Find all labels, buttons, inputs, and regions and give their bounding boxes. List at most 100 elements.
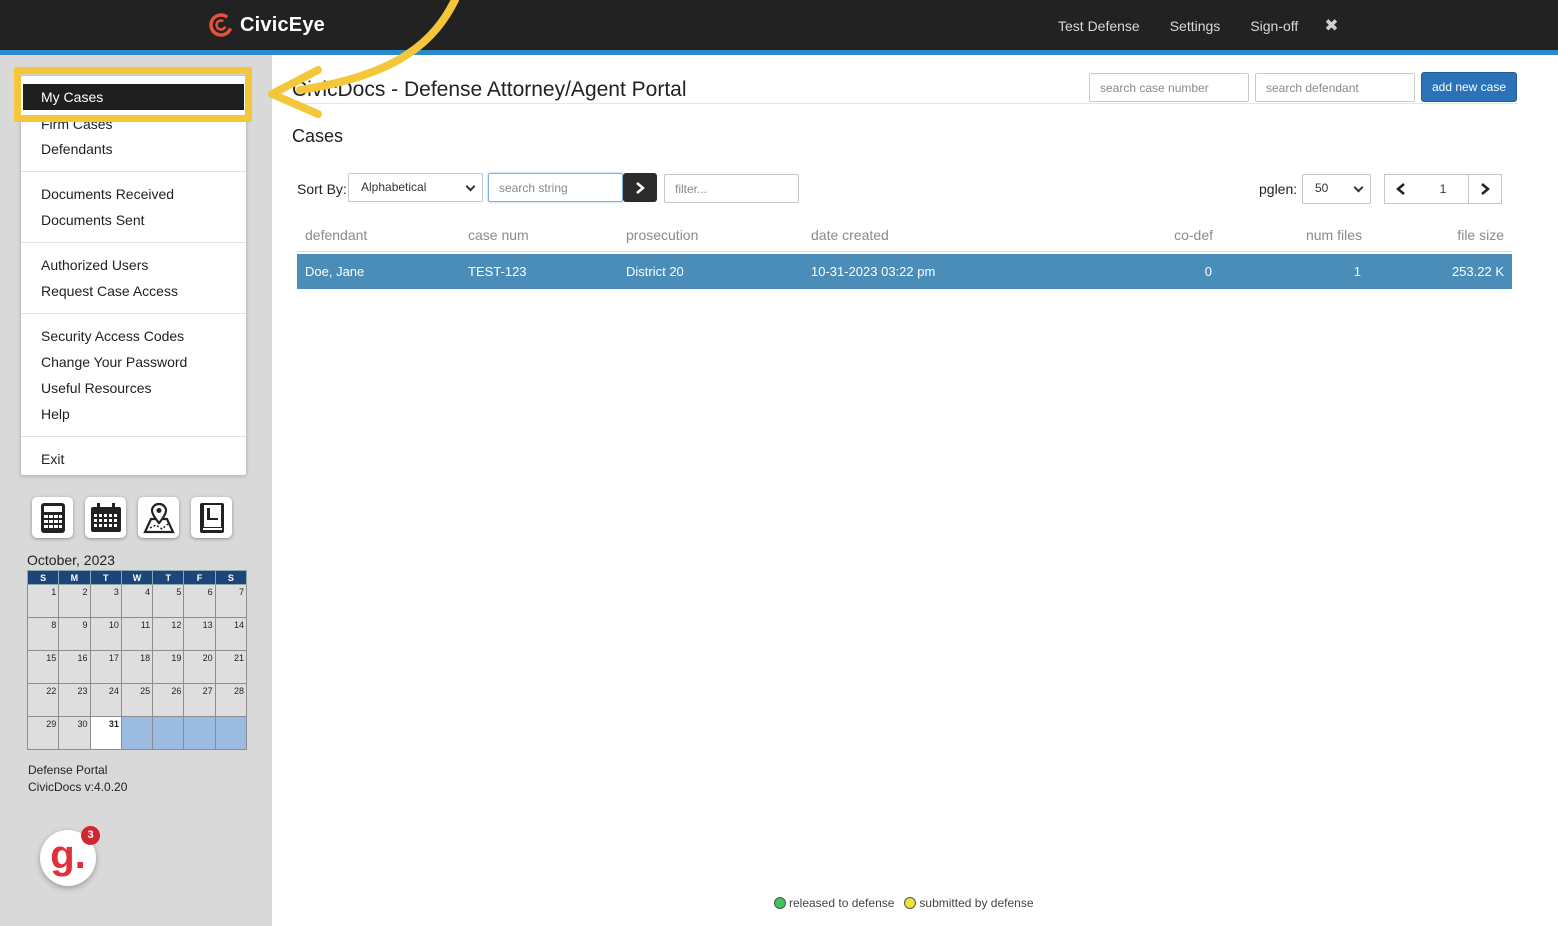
calendar-weekday: W bbox=[120, 570, 154, 585]
legend-released: released to defense bbox=[789, 896, 895, 910]
calendar-day[interactable]: 6 bbox=[183, 584, 216, 618]
search-go-button[interactable] bbox=[623, 173, 657, 202]
calendar-weekday: T bbox=[152, 570, 185, 585]
table-row[interactable]: Doe, Jane TEST-123 District 20 10-31-202… bbox=[297, 254, 1512, 289]
column-header-num-files[interactable]: num files bbox=[1306, 227, 1362, 243]
legend-submitted: submitted by defense bbox=[919, 896, 1034, 910]
calendar-day[interactable]: 23 bbox=[58, 683, 91, 717]
calendar-empty-cell bbox=[214, 716, 248, 750]
map-icon bbox=[142, 502, 175, 533]
sidebar-item-help[interactable]: Help bbox=[41, 406, 70, 422]
column-header-case-num[interactable]: case num bbox=[468, 227, 529, 243]
chevron-right-icon bbox=[1481, 183, 1490, 195]
calendar-weekday: S bbox=[26, 570, 60, 585]
calendar-weekday: M bbox=[58, 570, 91, 585]
calendar-day[interactable]: 14 bbox=[214, 617, 248, 651]
next-page-button[interactable] bbox=[1468, 174, 1502, 204]
calendar-day[interactable]: 13 bbox=[183, 617, 216, 651]
calendar-day[interactable]: 27 bbox=[183, 683, 216, 717]
calendar-day[interactable]: 30 bbox=[58, 716, 91, 750]
guidde-widget[interactable]: g. 3 bbox=[40, 826, 100, 886]
sidebar-item-useful-resources[interactable]: Useful Resources bbox=[41, 380, 152, 396]
calendar-day[interactable]: 19 bbox=[152, 650, 185, 684]
sidebar-item-authorized-users[interactable]: Authorized Users bbox=[41, 257, 148, 273]
column-header-prosecution[interactable]: prosecution bbox=[626, 227, 698, 243]
settings-link[interactable]: Settings bbox=[1170, 18, 1221, 34]
search-defendant-input[interactable] bbox=[1255, 73, 1415, 102]
calendar-day[interactable]: 26 bbox=[152, 683, 185, 717]
app-name: CivicEye bbox=[240, 13, 325, 36]
calendar-day[interactable]: 25 bbox=[120, 683, 154, 717]
cell-num-files: 1 bbox=[1353, 264, 1361, 279]
calendar-day[interactable]: 22 bbox=[26, 683, 60, 717]
calendar-day[interactable]: 24 bbox=[89, 683, 122, 717]
top-bar: CivicEye Test Defense Settings Sign-off … bbox=[0, 0, 1558, 50]
calendar-day[interactable]: 10 bbox=[89, 617, 122, 651]
sidebar-tools bbox=[32, 497, 244, 538]
calendar-day[interactable]: 16 bbox=[58, 650, 91, 684]
pglen-select-value: 50 bbox=[1315, 181, 1329, 195]
calendar-day[interactable]: 5 bbox=[152, 584, 185, 618]
calendar-day[interactable]: 12 bbox=[152, 617, 185, 651]
cell-prosecution: District 20 bbox=[626, 264, 684, 279]
calendar-button[interactable] bbox=[85, 497, 126, 538]
search-case-number-input[interactable] bbox=[1089, 73, 1249, 102]
calendar-day[interactable]: 3 bbox=[89, 584, 122, 618]
calendar-day[interactable]: 17 bbox=[89, 650, 122, 684]
calendar-day[interactable]: 28 bbox=[214, 683, 248, 717]
title-divider bbox=[292, 103, 1518, 104]
sidebar-item-request-case-access[interactable]: Request Case Access bbox=[41, 283, 178, 299]
column-header-date-created[interactable]: date created bbox=[811, 227, 889, 243]
sort-select-value: Alphabetical bbox=[361, 180, 427, 194]
calendar-day[interactable]: 29 bbox=[26, 716, 60, 750]
app-logo[interactable]: CivicEye bbox=[208, 11, 325, 39]
add-new-case-button[interactable]: add new case bbox=[1421, 72, 1517, 102]
table-header-divider bbox=[297, 251, 1512, 252]
book-button[interactable] bbox=[191, 497, 232, 538]
calendar-day[interactable]: 20 bbox=[183, 650, 216, 684]
civiceye-logo-icon bbox=[209, 13, 233, 37]
column-header-co-def[interactable]: co-def bbox=[1174, 227, 1213, 243]
sidebar-item-documents-received[interactable]: Documents Received bbox=[41, 186, 174, 202]
calendar-day[interactable]: 8 bbox=[26, 617, 60, 651]
sidebar-item-documents-sent[interactable]: Documents Sent bbox=[41, 212, 145, 228]
close-icon[interactable]: ✖ bbox=[1324, 16, 1338, 36]
calendar-day[interactable]: 2 bbox=[58, 584, 91, 618]
sidebar-item-defendants[interactable]: Defendants bbox=[41, 141, 113, 157]
calendar-weekday: F bbox=[183, 570, 216, 585]
prev-page-button[interactable] bbox=[1384, 174, 1418, 204]
calendar-weekday: S bbox=[214, 570, 248, 585]
sidebar-item-security-access-codes[interactable]: Security Access Codes bbox=[41, 328, 184, 344]
calendar-day[interactable]: 4 bbox=[120, 584, 154, 618]
calendar-day[interactable]: 31 bbox=[89, 716, 122, 750]
pglen-select[interactable]: 50 bbox=[1302, 174, 1371, 204]
calendar-day[interactable]: 9 bbox=[58, 617, 91, 651]
map-button[interactable] bbox=[138, 497, 179, 538]
page-title: CivicDocs - Defense Attorney/Agent Porta… bbox=[292, 78, 687, 101]
calendar-day[interactable]: 7 bbox=[214, 584, 248, 618]
column-header-file-size[interactable]: file size bbox=[1457, 227, 1504, 243]
calendar-icon bbox=[90, 502, 121, 532]
calendar-day[interactable]: 11 bbox=[120, 617, 154, 651]
section-title: Cases bbox=[292, 126, 344, 146]
submitted-status-dot-icon bbox=[904, 897, 917, 909]
signoff-link[interactable]: Sign-off bbox=[1250, 18, 1298, 34]
sort-select[interactable]: Alphabetical bbox=[348, 173, 483, 202]
current-page-input[interactable]: 1 bbox=[1417, 174, 1469, 204]
sidebar-item-exit[interactable]: Exit bbox=[41, 451, 64, 467]
calendar-day[interactable]: 21 bbox=[214, 650, 248, 684]
calendar-empty-cell bbox=[120, 716, 154, 750]
column-header-defendant[interactable]: defendant bbox=[305, 227, 367, 243]
calendar-day[interactable]: 1 bbox=[26, 584, 60, 618]
calculator-button[interactable] bbox=[32, 497, 73, 538]
sidebar-item-change-password[interactable]: Change Your Password bbox=[41, 354, 187, 370]
user-menu-link[interactable]: Test Defense bbox=[1058, 18, 1140, 34]
calendar-day[interactable]: 18 bbox=[120, 650, 154, 684]
portal-info: Defense Portal CivicDocs v:4.0.20 bbox=[28, 762, 127, 796]
calendar-title: October, 2023 bbox=[27, 552, 115, 568]
calendar-day[interactable]: 15 bbox=[26, 650, 60, 684]
menu-divider bbox=[21, 242, 246, 243]
search-string-input[interactable] bbox=[488, 173, 623, 202]
filter-input[interactable] bbox=[664, 174, 799, 203]
calendar-empty-cell bbox=[152, 716, 185, 750]
